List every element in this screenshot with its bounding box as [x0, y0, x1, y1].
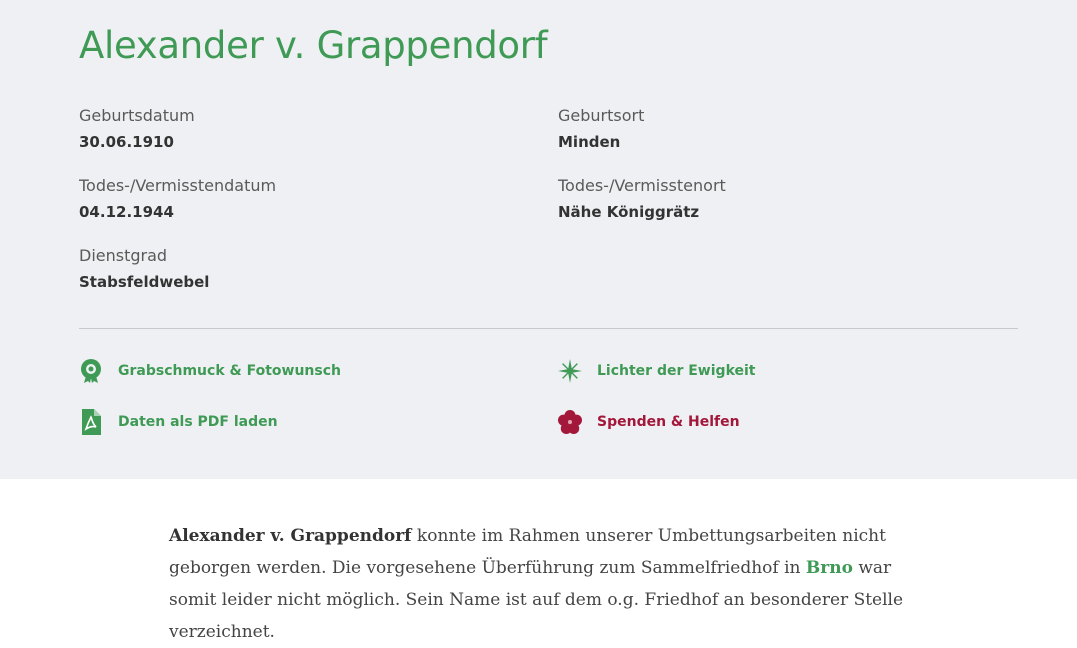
birth-place-label: Geburtsort [558, 106, 645, 125]
cemetery-place-link[interactable]: Brno [806, 558, 853, 578]
grave-decoration-link[interactable]: Grabschmuck & Fotowunsch [79, 357, 341, 385]
donate-label: Spenden & Helfen [597, 414, 740, 430]
death-date-value: 04.12.1944 [79, 203, 174, 221]
pdf-download-link[interactable]: Daten als PDF laden [79, 408, 278, 436]
description-text: Alexander v. Grappendorf konnte im Rahme… [169, 520, 929, 648]
eternal-lights-link[interactable]: Lichter der Ewigkeit [558, 357, 755, 385]
death-place-value: Nähe Königgrätz [558, 203, 700, 221]
birth-date-label: Geburtsdatum [79, 106, 195, 125]
grave-decoration-label: Grabschmuck & Fotowunsch [118, 363, 341, 379]
page-title: Alexander v. Grappendorf [79, 24, 548, 67]
rank-value: Stabsfeldwebel [79, 273, 210, 291]
description-person-name: Alexander v. Grappendorf [169, 526, 412, 546]
death-date-field: Todes-/Vermisstendatum 04.12.1944 [79, 175, 276, 222]
birth-date-field: Geburtsdatum 30.06.1910 [79, 105, 195, 152]
birth-place-field: Geburtsort Minden [558, 105, 644, 152]
donate-link[interactable]: Spenden & Helfen [558, 408, 740, 436]
rank-field: Dienstgrad Stabsfeldwebel [79, 245, 209, 292]
eternal-lights-label: Lichter der Ewigkeit [597, 363, 756, 379]
flower-icon [558, 408, 582, 436]
death-date-label: Todes-/Vermisstendatum [79, 176, 277, 195]
birth-date-value: 30.06.1910 [79, 133, 174, 151]
star-light-icon [558, 357, 582, 385]
birth-place-value: Minden [558, 133, 621, 151]
person-info-panel: Alexander v. Grappendorf Geburtsdatum 30… [0, 0, 1077, 479]
divider [79, 328, 1018, 329]
wreath-icon [79, 357, 103, 385]
pdf-download-label: Daten als PDF laden [118, 414, 278, 430]
death-place-label: Todes-/Vermisstenort [558, 176, 726, 195]
pdf-file-icon [79, 408, 103, 436]
rank-label: Dienstgrad [79, 246, 168, 265]
death-place-field: Todes-/Vermisstenort Nähe Königgrätz [558, 175, 726, 222]
